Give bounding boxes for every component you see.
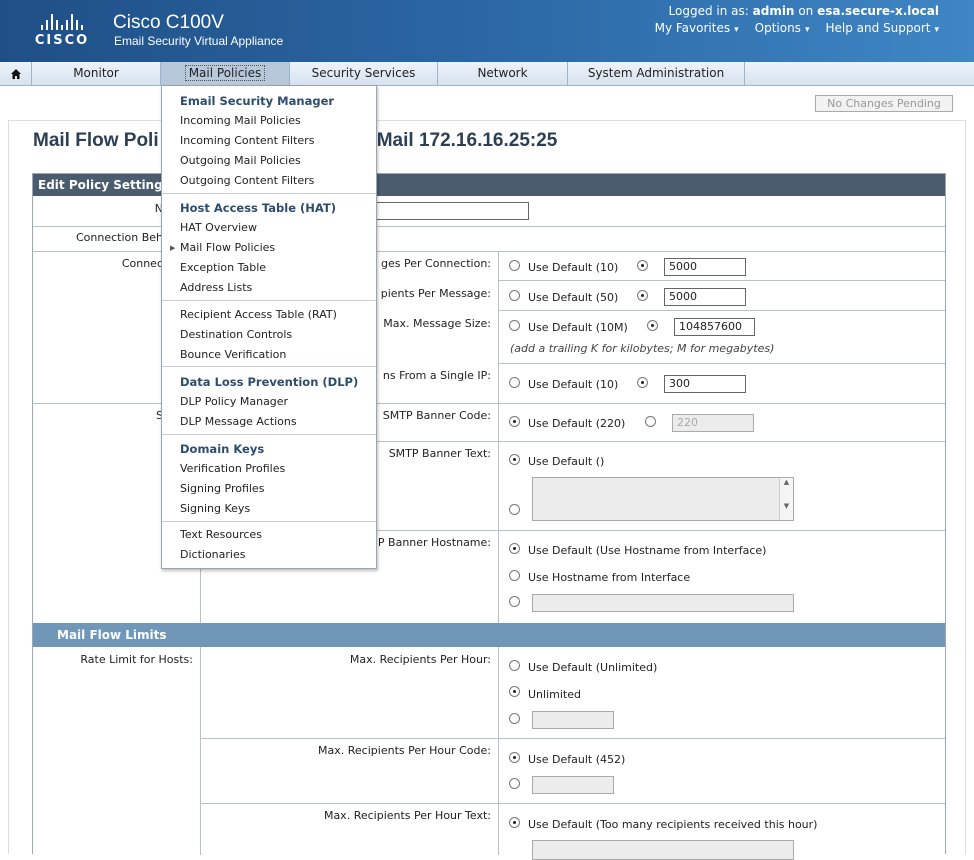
- messages-custom-radio[interactable]: [637, 260, 648, 271]
- banner-text-default-radio[interactable]: [509, 454, 520, 465]
- rpht-textarea[interactable]: [532, 840, 794, 860]
- email-security-manager-group: Email Security Manager Incoming Mail Pol…: [162, 91, 376, 194]
- rphc-default-radio[interactable]: [509, 752, 520, 763]
- product-subtitle: Email Security Virtual Appliance: [114, 34, 284, 48]
- options-menu[interactable]: Options ▾: [755, 21, 810, 35]
- menu-incoming-mail-policies[interactable]: Incoming Mail Policies: [162, 111, 376, 131]
- max-message-size-input[interactable]: 104857600: [674, 318, 755, 336]
- cisco-logo: CISCO: [30, 12, 94, 50]
- rphc-input[interactable]: [532, 776, 614, 794]
- hostname: esa.secure-x.local: [817, 4, 939, 18]
- max-recipients-per-hour-text-label: Max. Recipients Per Hour Text:: [323, 809, 491, 822]
- menu-hat-overview[interactable]: HAT Overview: [162, 218, 376, 238]
- rpht-default-radio[interactable]: [509, 817, 520, 828]
- rph-custom-radio[interactable]: [509, 713, 520, 724]
- max-recipients-input[interactable]: 5000: [664, 288, 746, 306]
- nav-security-services[interactable]: Security Services: [290, 62, 438, 86]
- banner-code-default-radio[interactable]: [509, 416, 520, 427]
- recipients-default-radio[interactable]: [509, 290, 520, 301]
- connection-behavior-label: Connection Beh: [75, 231, 163, 244]
- messages-default-radio[interactable]: [509, 260, 520, 271]
- nav-mail-policies[interactable]: Mail Policies: [161, 62, 290, 86]
- scrollbar[interactable]: ▲ ▼: [779, 478, 793, 520]
- hat-group: Host Access Table (HAT) HAT Overview ▶ Ma…: [162, 198, 376, 301]
- menu-dlp-message-actions[interactable]: DLP Message Actions: [162, 412, 376, 432]
- menu-text-resources[interactable]: Text Resources: [162, 525, 376, 545]
- menu-dlp-policy-manager[interactable]: DLP Policy Manager: [162, 392, 376, 412]
- rph-unlimited-radio[interactable]: [509, 686, 520, 697]
- dlp-group: Data Loss Prevention (DLP) DLP Policy Ma…: [162, 372, 376, 435]
- size-hint: (add a trailing K for kilobytes; M for m…: [510, 342, 775, 355]
- size-default-radio[interactable]: [509, 320, 520, 331]
- chevron-down-icon: ▾: [934, 25, 939, 35]
- size-custom-radio[interactable]: [647, 320, 658, 331]
- banner-code-custom-radio[interactable]: [645, 416, 656, 427]
- menu-bounce-verification[interactable]: Bounce Verification: [162, 345, 376, 365]
- hostname-custom-radio[interactable]: [509, 596, 520, 607]
- menu-recipient-access-table[interactable]: Recipient Access Table (RAT): [162, 305, 376, 325]
- chevron-down-icon: ▾: [804, 25, 810, 35]
- nav-network[interactable]: Network: [438, 62, 568, 86]
- help-support-menu[interactable]: Help and Support ▾: [825, 21, 939, 35]
- max-connections-input[interactable]: 300: [664, 375, 746, 393]
- menu-exception-table[interactable]: Exception Table: [162, 258, 376, 278]
- conn-default-radio[interactable]: [509, 377, 520, 388]
- nav-monitor[interactable]: Monitor: [32, 62, 161, 86]
- rph-default-radio[interactable]: [509, 660, 520, 671]
- smtp-label: S: [156, 409, 163, 422]
- product-title: Cisco C100V: [113, 12, 224, 33]
- menu-outgoing-mail-policies[interactable]: Outgoing Mail Policies: [162, 151, 376, 171]
- recipients-custom-radio[interactable]: [637, 290, 648, 301]
- menu-destination-controls[interactable]: Destination Controls: [162, 325, 376, 345]
- menu-verification-profiles[interactable]: Verification Profiles: [162, 459, 376, 479]
- menu-heading: Domain Keys: [180, 442, 265, 456]
- policy-name-input[interactable]: [375, 202, 529, 220]
- banner-code-input[interactable]: 220: [672, 414, 754, 432]
- hostname-input[interactable]: [532, 594, 794, 612]
- rph-input[interactable]: [532, 711, 614, 729]
- hostname-interface-radio[interactable]: [509, 570, 520, 581]
- max-recipients-per-hour-label: Max. Recipients Per Hour:: [349, 653, 491, 666]
- menu-mail-flow-policies[interactable]: ▶ Mail Flow Policies: [162, 238, 376, 258]
- app-header: CISCO Cisco C100V Email Security Virtual…: [0, 0, 974, 62]
- nav-system-administration[interactable]: System Administration: [568, 62, 745, 86]
- home-icon: [10, 69, 21, 79]
- connection-label: Connec: [121, 257, 163, 270]
- max-messages-input[interactable]: 5000: [664, 258, 746, 276]
- main-nav: Monitor Mail Policies Security Services …: [0, 62, 974, 86]
- menu-dictionaries[interactable]: Dictionaries: [162, 545, 376, 565]
- menu-outgoing-content-filters[interactable]: Outgoing Content Filters: [162, 171, 376, 191]
- home-button[interactable]: [0, 62, 32, 86]
- rat-group: Recipient Access Table (RAT) Destination…: [162, 305, 376, 367]
- banner-text-textarea[interactable]: ▲ ▼: [532, 477, 794, 521]
- menu-address-lists[interactable]: Address Lists: [162, 278, 376, 298]
- menu-heading: Data Loss Prevention (DLP): [180, 375, 359, 389]
- menu-incoming-content-filters[interactable]: Incoming Content Filters: [162, 131, 376, 151]
- chevron-down-icon: ▾: [734, 25, 739, 35]
- mail-flow-limits-header: Mail Flow Limits: [33, 623, 945, 647]
- utility-links: My Favorites ▾ Options ▾ Help and Support ▾: [655, 21, 939, 35]
- my-favorites-menu[interactable]: My Favorites ▾: [655, 21, 739, 35]
- mail-policies-dropdown: Email Security Manager Incoming Mail Pol…: [161, 85, 377, 569]
- domain-keys-group: Domain Keys Verification Profiles Signin…: [162, 439, 376, 522]
- name-label: N: [154, 202, 163, 215]
- username: admin: [752, 4, 795, 18]
- hostname-default-radio[interactable]: [509, 543, 520, 554]
- login-status: Logged in as: admin on esa.secure-x.loca…: [668, 4, 939, 18]
- menu-heading: Host Access Table (HAT): [180, 201, 336, 215]
- rate-limit-hosts-label: Rate Limit for Hosts:: [80, 653, 193, 666]
- no-changes-pending-button[interactable]: No Changes Pending: [815, 95, 953, 112]
- resources-group: Text Resources Dictionaries: [162, 525, 376, 567]
- max-recipients-per-hour-code-label: Max. Recipients Per Hour Code:: [318, 744, 491, 757]
- menu-heading: Email Security Manager: [180, 94, 335, 108]
- menu-signing-profiles[interactable]: Signing Profiles: [162, 479, 376, 499]
- menu-signing-keys[interactable]: Signing Keys: [162, 499, 376, 519]
- conn-custom-radio[interactable]: [637, 377, 648, 388]
- banner-text-custom-radio[interactable]: [509, 504, 520, 515]
- rphc-custom-radio[interactable]: [509, 778, 520, 789]
- current-arrow-icon: ▶: [170, 244, 176, 252]
